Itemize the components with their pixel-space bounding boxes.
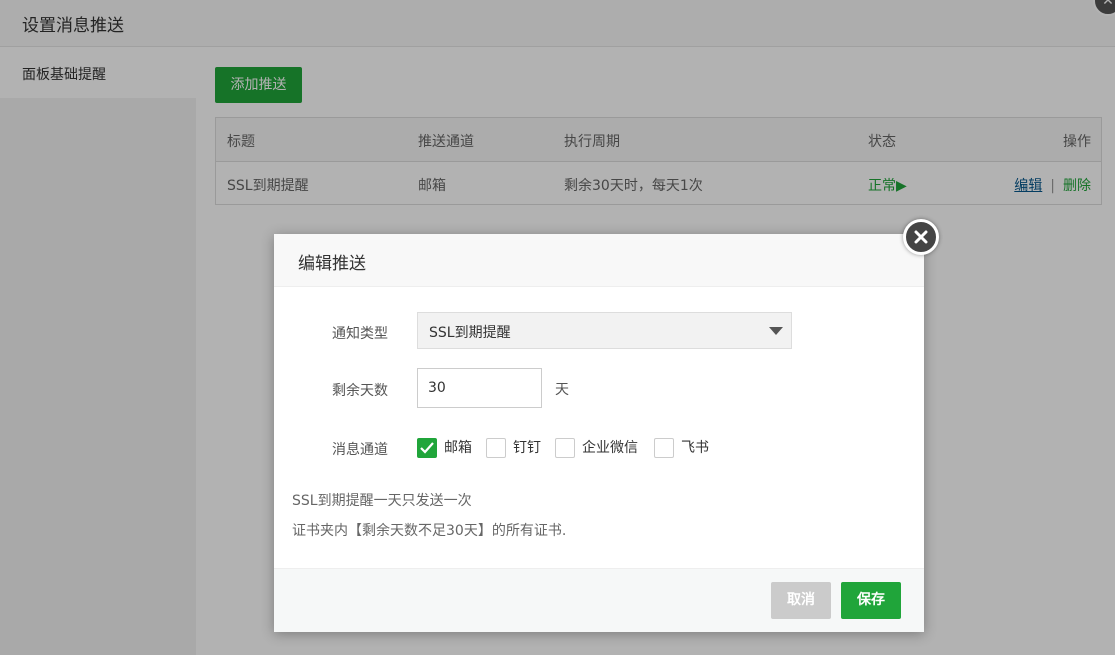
- checkbox-feishu[interactable]: [654, 438, 674, 458]
- notify-type-value: SSL到期提醒: [429, 325, 511, 341]
- save-button[interactable]: 保存: [841, 582, 901, 619]
- notify-type-label: 通知类型: [332, 326, 388, 342]
- days-input[interactable]: [417, 368, 542, 408]
- modal-header: 编辑推送: [274, 234, 924, 287]
- chevron-down-icon: [769, 327, 783, 335]
- modal-footer: 取消 保存: [274, 568, 924, 632]
- checkbox-wecom-label[interactable]: 企业微信: [582, 437, 638, 457]
- checkbox-feishu-label[interactable]: 飞书: [681, 437, 709, 457]
- notify-type-select[interactable]: SSL到期提醒: [417, 312, 792, 349]
- checkbox-dingtalk-label[interactable]: 钉钉: [513, 437, 541, 457]
- tip-once-per-day: SSL到期提醒一天只发送一次: [292, 493, 472, 509]
- tip-cert-scope: 证书夹内【剩余天数不足30天】的所有证书.: [292, 523, 567, 539]
- modal-title: 编辑推送: [298, 254, 366, 274]
- edit-push-modal: 编辑推送 通知类型 SSL到期提醒 剩余天数 天 消息通道 邮箱 钉钉 企业微信…: [274, 219, 939, 632]
- cancel-button[interactable]: 取消: [771, 582, 831, 619]
- close-icon[interactable]: [903, 219, 939, 255]
- checkbox-wecom[interactable]: [555, 438, 575, 458]
- check-icon: [420, 442, 434, 454]
- days-unit: 天: [555, 382, 569, 398]
- checkbox-email-label[interactable]: 邮箱: [444, 437, 472, 457]
- checkbox-dingtalk[interactable]: [486, 438, 506, 458]
- days-label: 剩余天数: [332, 383, 388, 399]
- checkbox-email[interactable]: [417, 438, 437, 458]
- channel-label: 消息通道: [332, 442, 388, 458]
